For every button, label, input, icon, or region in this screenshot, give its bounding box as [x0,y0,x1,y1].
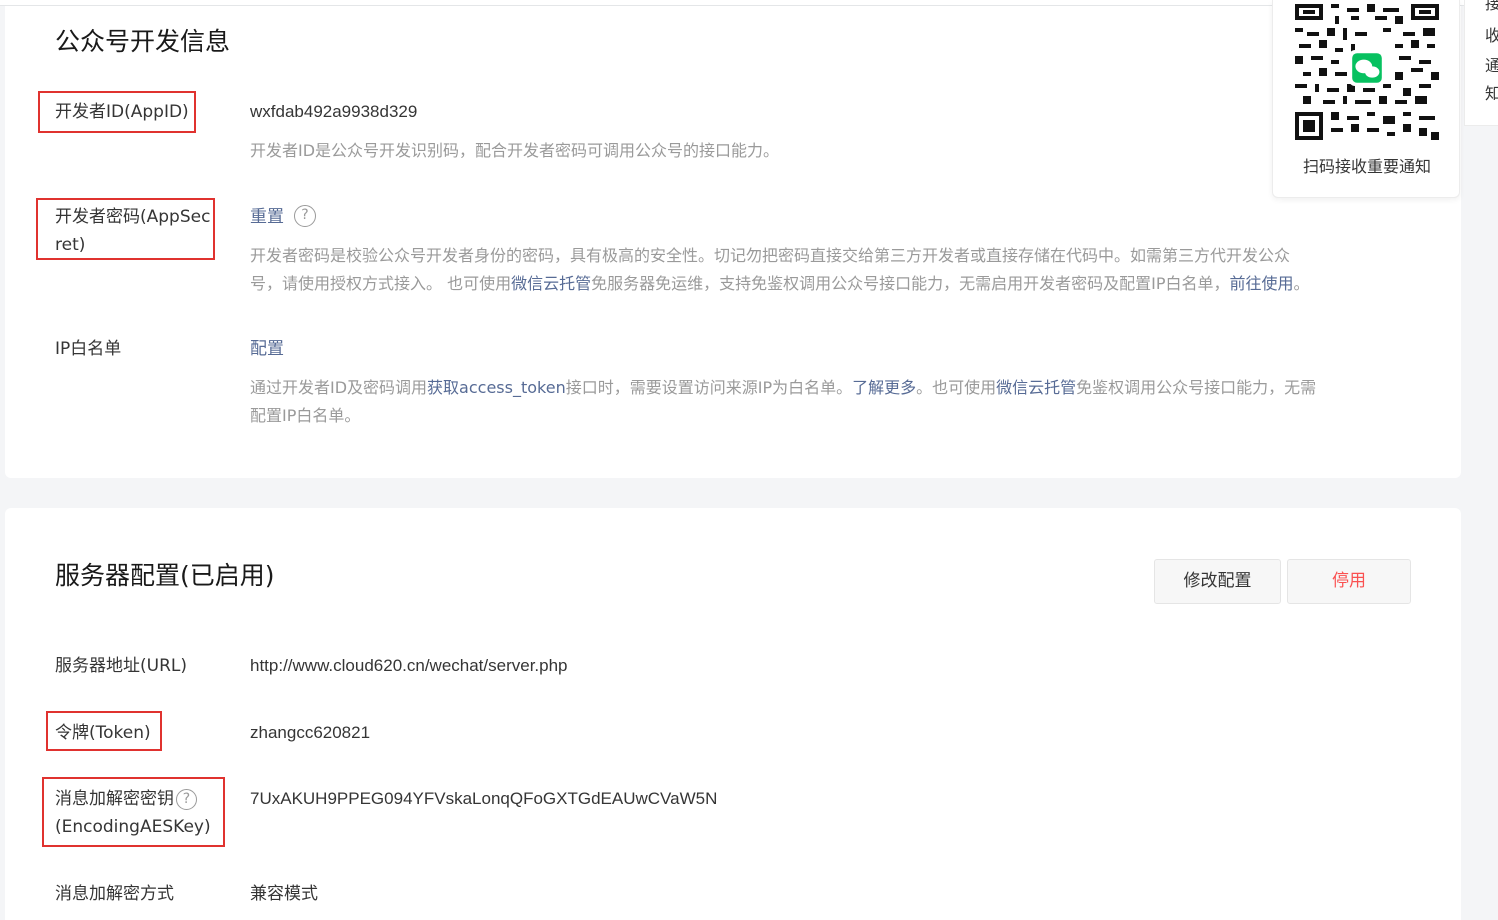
ip-description-line2: 配置IP白名单。 [250,406,361,425]
secret-desc-text-b: 免服务器免运维，支持免鉴权调用公众号接口能力，无需启用开发者密码及配置IP白名单… [591,274,1230,293]
aes-key-highlight-box [42,777,225,847]
side-char-1: 接 [1485,0,1498,13]
ip-description-line1: 通过开发者ID及密码调用获取access_token接口时，需要设置访问来源IP… [250,374,1316,402]
question-mark-icon: ? [294,205,316,227]
secret-description-line2: 号，请使用授权方式接入。 也可使用微信云托管免服务器免运维，支持免鉴权调用公众号… [250,270,1310,298]
learn-more-link[interactable]: 了解更多 [852,378,916,397]
edit-config-button[interactable]: 修改配置 [1154,559,1281,604]
secret-desc-end: 。 [1293,274,1310,293]
server-url-label: 服务器地址(URL) [55,656,187,676]
aes-key-value[interactable]: 7UxAKUH9PPEG094YFVskaLonqQFoGXTGdEAUwCVa… [250,785,717,813]
stop-button[interactable]: 停用 [1287,559,1411,604]
side-notify-panel[interactable]: 接 收 通 知 [1464,0,1498,126]
appid-description: 开发者ID是公众号开发识别码，配合开发者密码可调用公众号的接口能力。 [250,141,780,160]
access-token-link[interactable]: 获取access_token [427,378,566,397]
server-url-value[interactable]: http://www.cloud620.cn/wechat/server.php [250,652,568,680]
dev-section-title: 公众号开发信息 [55,27,231,56]
ip-desc-text-b: 接口时，需要设置访问来源IP为白名单。 [565,378,853,397]
encryption-mode-label: 消息加解密方式 [55,884,174,904]
ip-desc-text-c: 。也可使用 [916,378,997,397]
appid-highlight-box [38,91,196,133]
reset-secret-link[interactable]: 重置 [250,203,284,231]
go-use-link[interactable]: 前往使用 [1229,274,1293,293]
token-value[interactable]: zhangcc620821 [250,719,370,747]
side-char-3: 通 [1485,56,1498,75]
side-char-4: 知 [1485,84,1498,103]
secret-desc-text-a: 号，请使用授权方式接入。 也可使用 [250,274,512,293]
secret-highlight-box [36,198,215,260]
appid-value[interactable]: wxfdab492a9938d329 [250,98,417,126]
server-section-title: 服务器配置(已启用) [55,561,275,590]
secret-description-line1: 开发者密码是校验公众号开发者身份的密码，具有极高的安全性。切记勿把密码直接交给第… [250,246,1291,265]
ip-desc-text-a: 通过开发者ID及密码调用 [250,378,428,397]
ip-whitelist-label: IP白名单 [55,339,122,359]
qr-caption: 扫码接收重要通知 [1302,157,1431,176]
secret-help[interactable]: ? [294,205,316,227]
ip-desc-text-d: 免鉴权调用公众号接口能力，无需 [1076,378,1317,397]
side-char-2: 收 [1485,26,1498,45]
ip-config-link[interactable]: 配置 [250,335,284,363]
wechat-cloud-hosting-link-2[interactable]: 微信云托管 [996,378,1076,397]
encryption-mode-value: 兼容模式 [250,884,318,903]
qr-code [1295,4,1439,140]
wechat-cloud-hosting-link[interactable]: 微信云托管 [511,274,591,293]
token-highlight-box [46,711,162,751]
qr-notify-panel: 扫码接收重要通知 [1272,0,1460,198]
